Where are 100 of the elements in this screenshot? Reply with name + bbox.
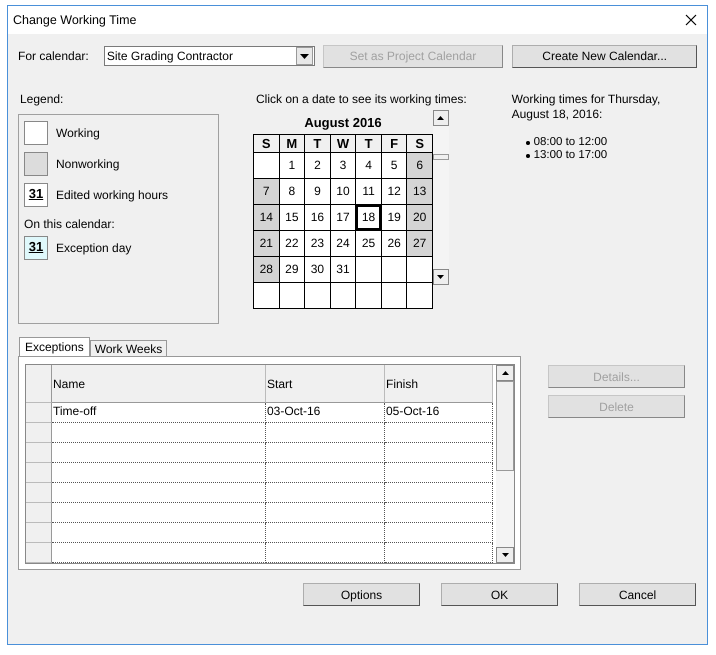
weekday-header: M [280, 135, 306, 153]
working-swatch [24, 121, 48, 145]
table-cell[interactable] [266, 443, 385, 463]
table-cell[interactable] [52, 443, 266, 463]
table-corner [26, 365, 52, 403]
table-cell[interactable]: Time-off [52, 403, 266, 423]
calendar-day[interactable]: 14 [254, 205, 280, 231]
calendar-day[interactable]: 2 [305, 153, 331, 179]
calendar-day[interactable]: 31 [330, 257, 356, 283]
table-cell[interactable] [266, 483, 385, 503]
tab[interactable]: Work Weeks [90, 340, 168, 356]
bullet-icon [526, 140, 530, 144]
calendar-label: For calendar: [18, 49, 90, 63]
legend-text: Edited working hours [56, 188, 168, 202]
calendar-day[interactable]: 8 [280, 179, 306, 205]
calendar-day[interactable]: 15 [280, 205, 306, 231]
calendar-day[interactable]: 30 [305, 257, 331, 283]
scroll-down-icon [437, 275, 444, 279]
table-cell[interactable] [385, 423, 493, 443]
scrollbar-thumb[interactable] [496, 381, 514, 471]
table-cell[interactable] [385, 543, 493, 563]
calendar-button[interactable]: Create New Calendar... [512, 44, 698, 68]
window-title: Change Working Time [13, 13, 136, 27]
table-cell[interactable] [266, 523, 385, 543]
legend-text: Working [56, 126, 100, 140]
empty-day-cell [356, 257, 382, 283]
table-cell[interactable] [52, 543, 266, 563]
close-icon[interactable] [685, 14, 697, 26]
calendar-day[interactable]: 18 [355, 204, 382, 231]
calendar-day[interactable]: 4 [356, 153, 382, 179]
legend-label: Legend: [20, 92, 64, 106]
table-cell[interactable]: 03-Oct-16 [266, 403, 385, 423]
table-cell[interactable] [266, 423, 385, 443]
weekday-header: T [305, 135, 331, 153]
calendar-day[interactable]: 3 [330, 153, 356, 179]
table-cell[interactable] [385, 443, 493, 463]
dropdown-arrow-icon [300, 54, 309, 58]
table-cell[interactable] [52, 483, 266, 503]
calendar-day[interactable]: 9 [305, 179, 331, 205]
calendar-day[interactable]: 27 [407, 231, 433, 257]
legend-text: Exception day [56, 241, 132, 255]
working-time-range: 13:00 to 17:00 [534, 149, 608, 162]
calendar-day[interactable]: 21 [254, 231, 280, 257]
weekday-header: T [356, 135, 382, 153]
calendar-day[interactable]: 23 [305, 231, 331, 257]
calendar-day[interactable]: 17 [330, 205, 356, 231]
calendar-day[interactable]: 28 [254, 257, 280, 283]
table-cell[interactable] [266, 463, 385, 483]
dialog-button[interactable]: Cancel [579, 583, 696, 606]
table-cell[interactable] [52, 523, 266, 543]
column-header[interactable]: Start [266, 365, 385, 403]
column-header[interactable]: Name [52, 365, 266, 403]
weekday-header: W [330, 135, 356, 153]
table-cell[interactable] [266, 503, 385, 523]
table-cell[interactable] [52, 503, 266, 523]
calendar-day[interactable]: 25 [356, 231, 382, 257]
exception-swatch: 31 [24, 236, 48, 260]
weekday-header: F [382, 135, 408, 153]
working-times-heading: Working times for Thursday, August 18, 2016: [512, 92, 662, 122]
calendar-day[interactable]: 6 [407, 153, 433, 179]
table-cell[interactable] [266, 543, 385, 563]
calendar-day[interactable]: 10 [330, 179, 356, 205]
table-scrollbar[interactable] [496, 365, 514, 563]
bullet-icon [526, 154, 530, 158]
calendar-prompt: Click on a date to see its working times: [256, 92, 468, 106]
nonworking-swatch [24, 152, 48, 176]
table-cell[interactable] [385, 463, 493, 483]
calendar-day[interactable]: 20 [407, 205, 433, 231]
table-cell[interactable] [385, 483, 493, 503]
scroll-up-icon [437, 116, 444, 120]
calendar-day[interactable]: 13 [407, 179, 433, 205]
calendar-day[interactable]: 7 [254, 179, 280, 205]
calendar-day[interactable]: 24 [330, 231, 356, 257]
empty-day-cell [382, 257, 408, 283]
calendar-scrollbar[interactable] [432, 110, 449, 285]
calendar-day[interactable]: 29 [280, 257, 306, 283]
scroll-up-icon [502, 371, 508, 375]
calendar-day[interactable]: 1 [280, 153, 306, 179]
table-cell[interactable] [385, 503, 493, 523]
column-header[interactable]: Finish [385, 365, 493, 403]
legend-heading: On this calendar: [24, 217, 116, 231]
calendar-day[interactable]: 11 [356, 179, 382, 205]
scroll-down-icon [502, 553, 508, 557]
calendar-dropdown[interactable]: Site Grading Contractor [104, 46, 315, 66]
tab[interactable]: Exceptions [19, 337, 90, 356]
scrollbar-thumb[interactable] [432, 154, 449, 160]
calendar-day[interactable]: 22 [280, 231, 306, 257]
calendar-day[interactable]: 16 [305, 205, 331, 231]
table-cell[interactable]: 05-Oct-16 [385, 403, 493, 423]
dialog-button[interactable]: Options [303, 583, 420, 606]
table-cell[interactable] [385, 523, 493, 543]
month-title: August 2016 [303, 114, 383, 132]
table-cell[interactable] [52, 423, 266, 443]
table-cell[interactable] [52, 463, 266, 483]
dialog-button[interactable]: OK [441, 583, 558, 606]
weekday-header: S [254, 135, 280, 153]
working-time-range: 08:00 to 12:00 [534, 136, 608, 149]
edited-hours-swatch: 31 [24, 183, 48, 207]
weekday-header: S [407, 135, 433, 153]
legend-text: Nonworking [56, 157, 120, 171]
